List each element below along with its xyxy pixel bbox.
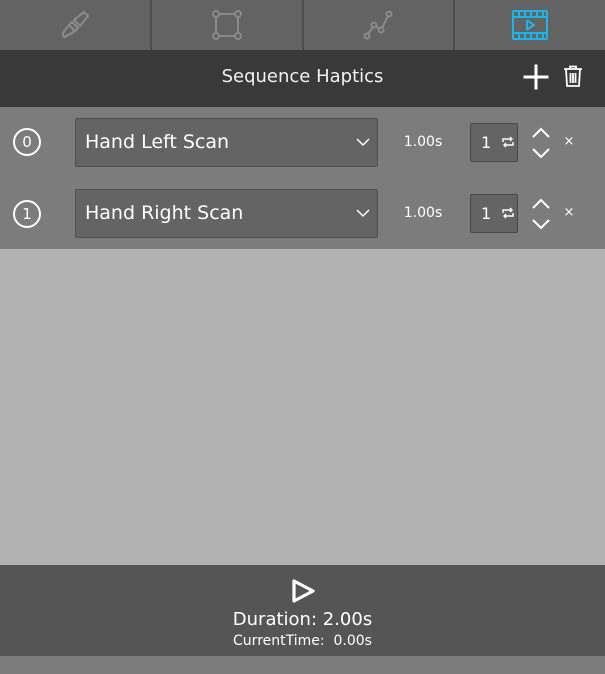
loop-count-value: 1 [481, 133, 492, 152]
tab-brush[interactable] [0, 0, 152, 50]
page-title: Sequence Haptics [221, 66, 384, 87]
trash-icon[interactable] [563, 65, 583, 87]
play-icon[interactable] [290, 578, 316, 604]
step-index-badge: 0 [13, 128, 41, 156]
loop-icon [502, 136, 514, 148]
up-down-chevron-icon[interactable] [530, 126, 552, 160]
step-duration: 1.00s [403, 134, 443, 150]
plus-icon[interactable] [523, 64, 549, 90]
sequence-list-empty-area [0, 249, 605, 565]
node-path-icon [363, 10, 393, 40]
playback-footer: Duration: 2.00s CurrentTime: 0.00s [0, 565, 605, 656]
close-icon[interactable]: × [563, 134, 575, 150]
haptic-dropdown-value: Hand Left Scan [85, 131, 230, 153]
current-time-label: CurrentTime: 0.00s [233, 633, 372, 649]
close-icon[interactable]: × [563, 205, 575, 221]
sequence-row: 1 Hand Right Scan 1.00s 1 × [0, 178, 605, 249]
loop-count-input[interactable]: 1 [470, 123, 518, 162]
haptic-dropdown[interactable]: Hand Right Scan [75, 189, 378, 238]
step-index-badge: 1 [13, 200, 41, 228]
loop-count-input[interactable]: 1 [470, 194, 518, 233]
film-play-icon [512, 10, 549, 40]
bounding-box-icon [211, 10, 242, 40]
haptic-dropdown[interactable]: Hand Left Scan [75, 118, 378, 167]
loop-icon [502, 207, 514, 219]
chevron-down-icon [356, 138, 370, 147]
step-duration: 1.00s [403, 205, 443, 221]
tab-path[interactable] [304, 0, 456, 50]
total-duration-label: Duration: 2.00s [232, 609, 373, 630]
up-down-chevron-icon[interactable] [530, 197, 552, 231]
chevron-down-icon [356, 209, 370, 218]
paintbrush-icon [61, 10, 89, 39]
bottom-strip [0, 656, 605, 674]
sequence-header: Sequence Haptics [0, 50, 605, 107]
loop-count-value: 1 [481, 204, 492, 223]
sequence-row: 0 Hand Left Scan 1.00s 1 × [0, 107, 605, 178]
haptic-dropdown-value: Hand Right Scan [85, 202, 244, 224]
tab-sequence[interactable] [455, 0, 605, 50]
tab-shape[interactable] [152, 0, 304, 50]
tool-tab-bar [0, 0, 605, 50]
